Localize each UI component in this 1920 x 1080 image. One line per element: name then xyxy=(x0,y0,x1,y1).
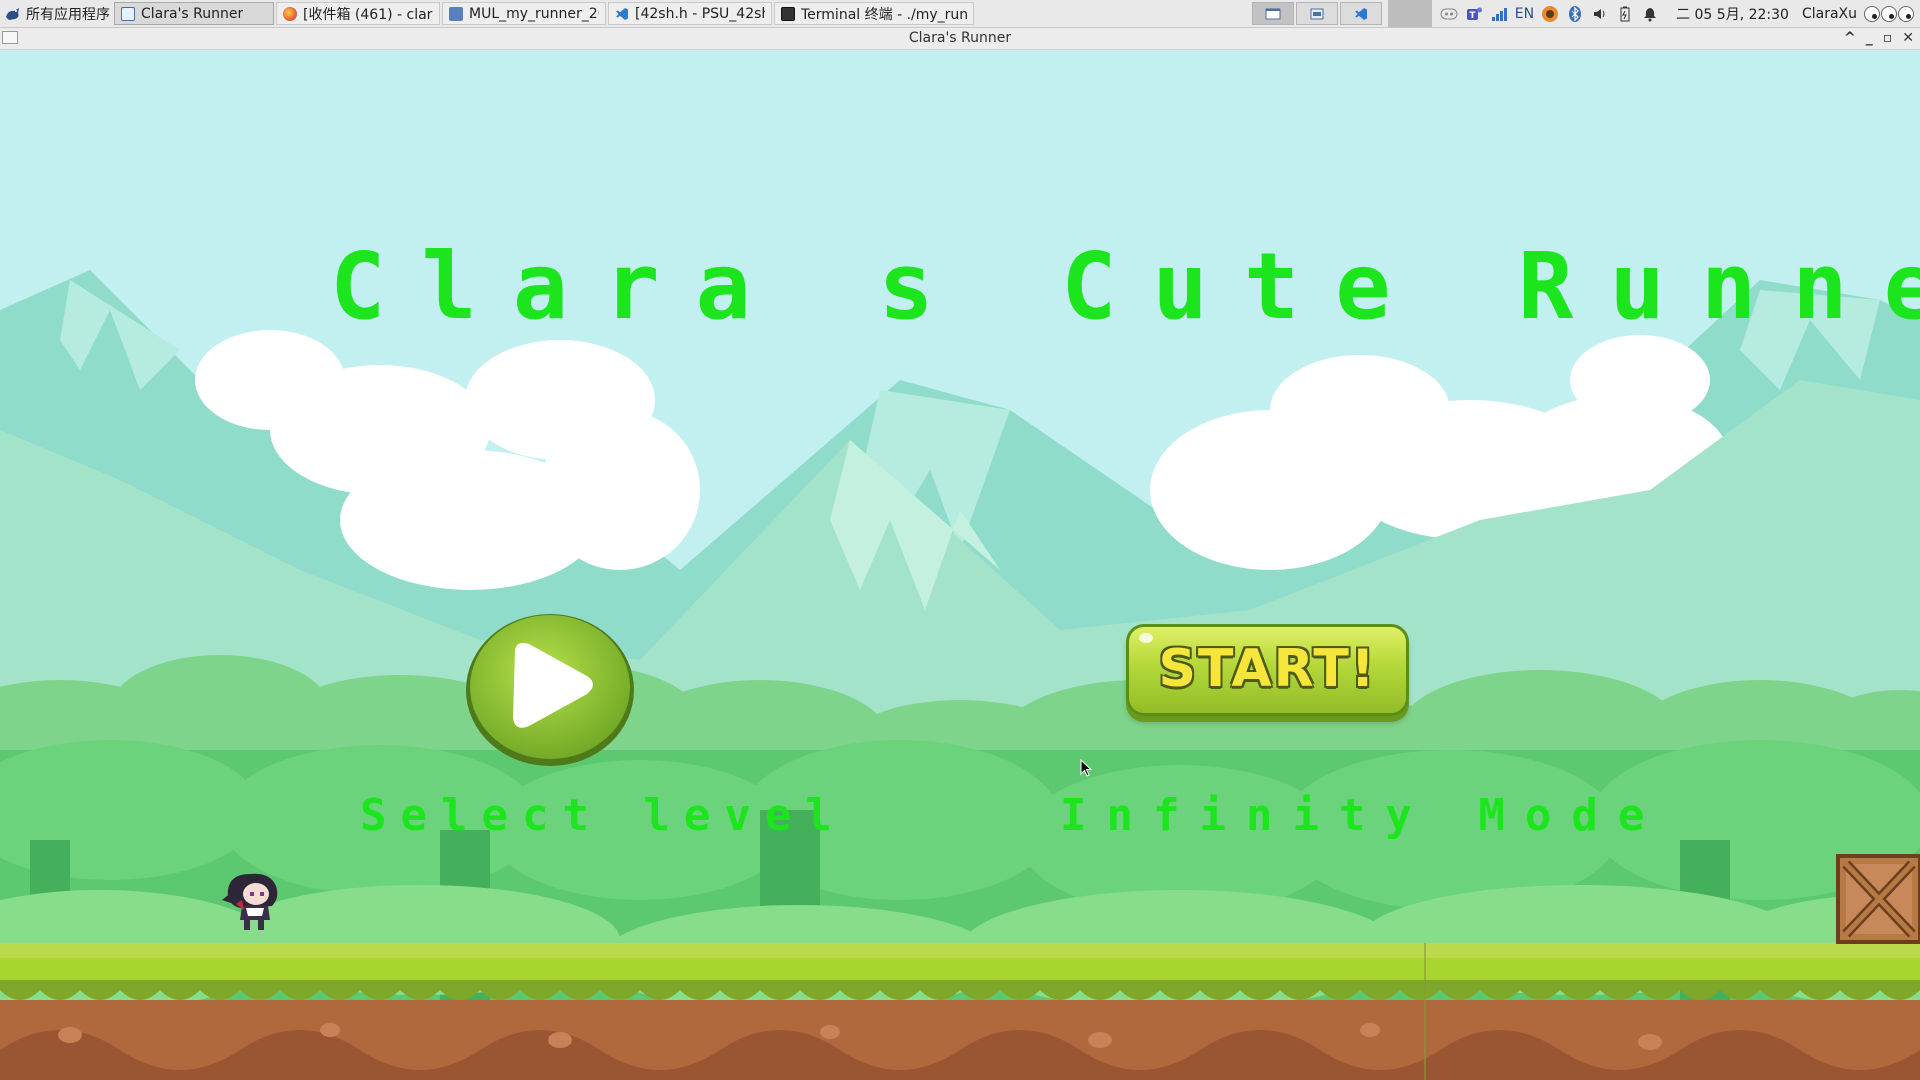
start-button[interactable]: START! xyxy=(1126,624,1409,716)
terminal-icon xyxy=(781,6,795,21)
notification-bell-icon[interactable] xyxy=(1641,5,1659,23)
battery-icon[interactable] xyxy=(1616,5,1634,23)
clock[interactable]: 二 05 5月, 22:30 xyxy=(1676,4,1789,24)
window-controls: ^ _ ▫ ✕ xyxy=(1844,28,1914,49)
task-label: [42sh.h - PSU_42sh_201⋯ xyxy=(635,5,765,22)
task-label: [收件箱 (461) - claraxu12⋯ xyxy=(303,6,433,23)
bluetooth-icon[interactable] xyxy=(1566,5,1584,23)
mouse-cursor-icon xyxy=(1080,759,1092,777)
window-thumbnail-icon xyxy=(1310,8,1324,19)
start-button-label: START! xyxy=(1158,639,1377,699)
task-file-manager[interactable]: MUL_my_runner_2019 -⋯ xyxy=(442,2,606,25)
workspace-switcher xyxy=(1251,2,1382,25)
network-signal-icon[interactable] xyxy=(1490,5,1508,23)
select-level-label[interactable]: Select level xyxy=(360,790,846,841)
vscode-icon xyxy=(1354,7,1367,20)
applications-menu-button[interactable]: 所有应用程序 xyxy=(0,0,114,27)
fcitx-icon[interactable] xyxy=(1541,5,1559,23)
task-vscode[interactable]: [42sh.h - PSU_42sh_201⋯ xyxy=(608,2,772,25)
xfce-mouse-icon xyxy=(6,7,19,20)
minimize-button[interactable]: _ xyxy=(1866,28,1873,49)
eye-icon xyxy=(1881,5,1897,22)
workspace-4[interactable] xyxy=(1387,0,1432,27)
workspace-1[interactable] xyxy=(1251,2,1294,25)
window-icon xyxy=(121,6,135,21)
taskbar: 所有应用程序 Clara's Runner [收件箱 (461) - clara… xyxy=(0,0,1920,28)
window-menu-button[interactable] xyxy=(2,31,18,44)
task-mail[interactable]: [收件箱 (461) - claraxu12⋯ xyxy=(276,2,440,25)
workspace-3[interactable] xyxy=(1339,2,1382,25)
system-tray: T EN 二 05 5月, 22:30 ClaraXu xyxy=(1440,4,1920,24)
xeyes-icon xyxy=(1864,5,1914,22)
game-title: Clara s Cute Runner xyxy=(330,233,1920,340)
folder-icon xyxy=(449,6,463,21)
svg-text:T: T xyxy=(1469,11,1476,21)
workspace-2[interactable] xyxy=(1295,2,1338,25)
infinity-mode-label[interactable]: Infinity Mode xyxy=(1060,790,1664,841)
firefox-icon xyxy=(283,6,297,21)
volume-icon[interactable] xyxy=(1591,5,1609,23)
vscode-icon xyxy=(616,7,628,20)
crate-obstacle xyxy=(1836,854,1920,944)
eye-icon xyxy=(1864,5,1880,22)
window-thumbnail-icon xyxy=(1265,8,1281,19)
player-character xyxy=(222,873,278,930)
applications-menu-label: 所有应用程序 xyxy=(26,6,110,23)
keyboard-layout-indicator[interactable]: EN xyxy=(1515,5,1534,23)
task-label: Terminal 终端 - ./my_run⋯ xyxy=(801,6,967,23)
shade-button[interactable]: ^ xyxy=(1844,28,1856,49)
maximize-button[interactable]: ▫ xyxy=(1883,28,1893,49)
eye-icon xyxy=(1898,5,1914,22)
close-button[interactable]: ✕ xyxy=(1902,28,1914,49)
teams-icon[interactable]: T xyxy=(1465,5,1483,23)
user-name[interactable]: ClaraXu xyxy=(1802,6,1857,22)
select-level-play-button[interactable] xyxy=(465,608,635,766)
window-titlebar: Clara's Runner ^ _ ▫ ✕ xyxy=(0,28,1920,50)
game-canvas: Clara s Cute Runner START! Select level … xyxy=(0,50,1920,1080)
task-claras-runner[interactable]: Clara's Runner xyxy=(114,2,274,25)
task-label: MUL_my_runner_2019 -⋯ xyxy=(469,5,599,22)
discord-icon[interactable] xyxy=(1440,5,1458,23)
task-terminal[interactable]: Terminal 终端 - ./my_run⋯ xyxy=(774,2,974,25)
window-title: Clara's Runner xyxy=(908,30,1012,46)
task-label: Clara's Runner xyxy=(141,5,244,22)
